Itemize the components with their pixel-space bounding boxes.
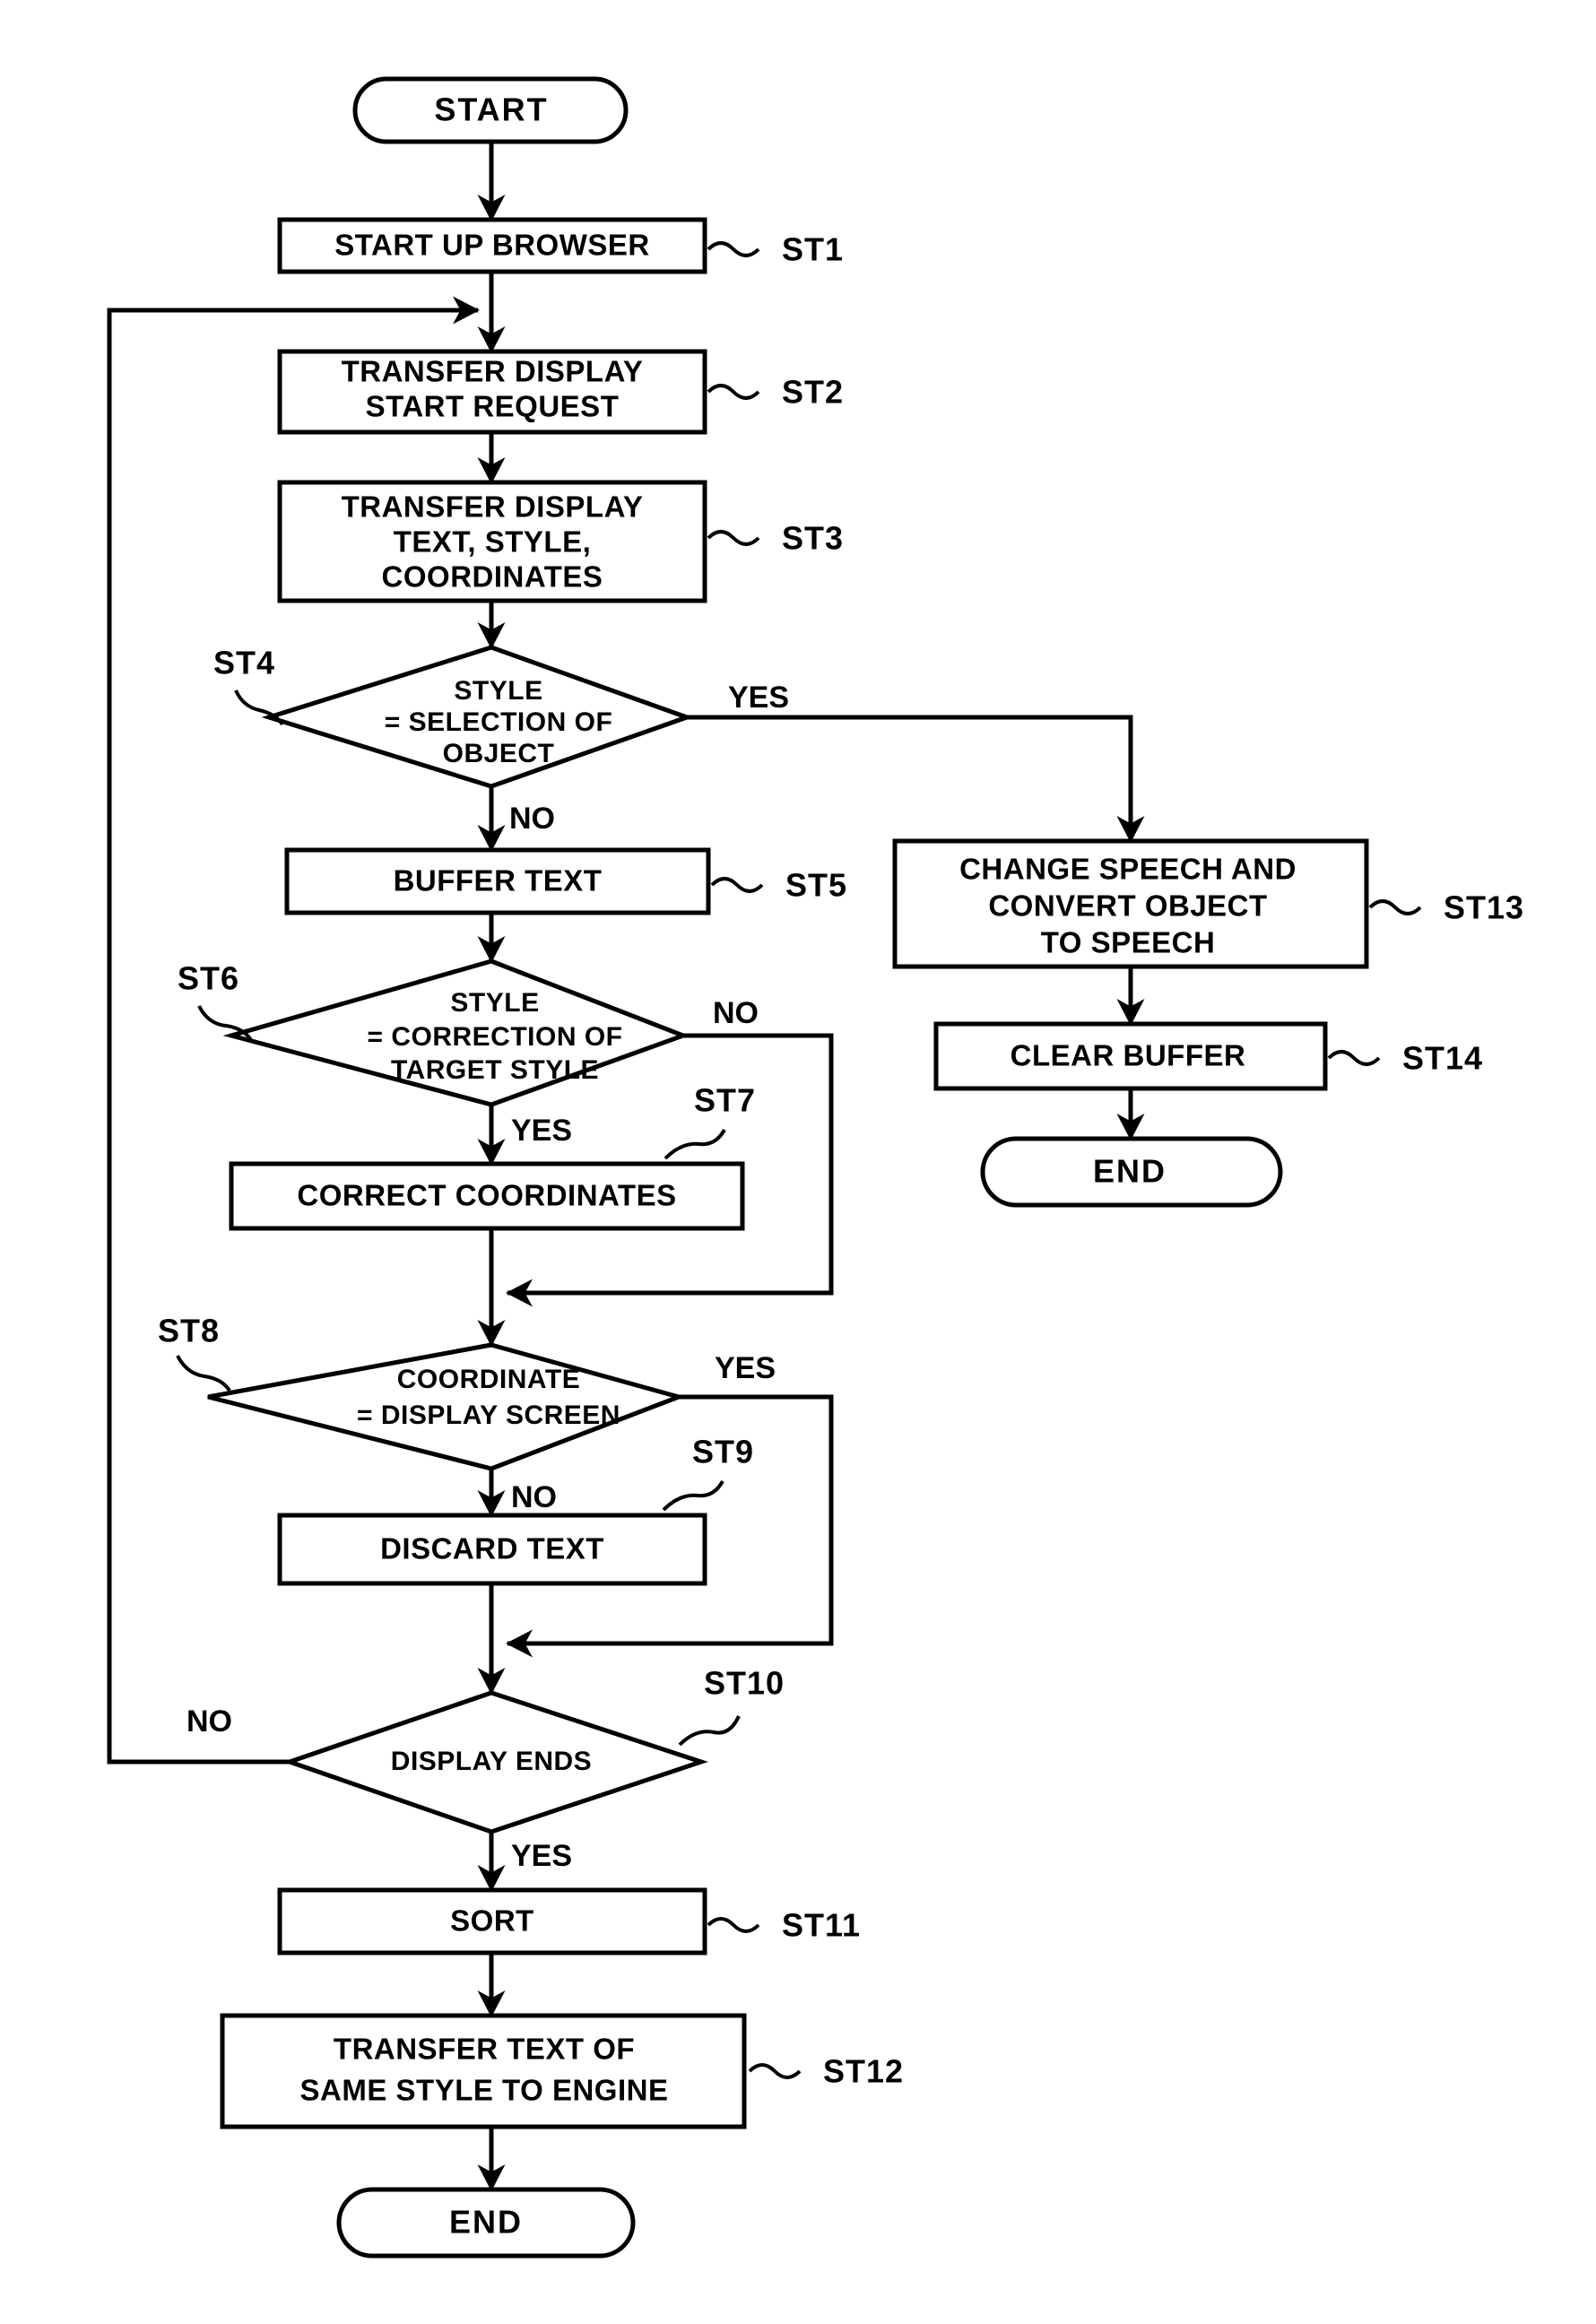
- st13-step-label: ST13: [1444, 889, 1524, 926]
- node-st8: COORDINATE = DISPLAY SCREEN ST8 YES NO: [158, 1313, 776, 1514]
- st11-leader-line: [707, 1917, 760, 1933]
- st12-leader-line: [748, 2063, 802, 2079]
- st7-label: CORRECT COORDINATES: [297, 1179, 676, 1212]
- st10-yes-branch-label: YES: [511, 1839, 572, 1873]
- st2-leader-line: [707, 384, 760, 400]
- st14-step-label: ST14: [1402, 1040, 1483, 1077]
- st7-step-label: ST7: [694, 1082, 756, 1119]
- st7-leader-line: [664, 1128, 726, 1160]
- st11-label: SORT: [450, 1904, 534, 1938]
- st12-label-line2: SAME STYLE TO ENGINE: [300, 2074, 669, 2107]
- node-st3: TRANSFER DISPLAY TEXT, STYLE, COORDINATE…: [277, 480, 844, 603]
- connector-st4-yes-to-st13: [687, 715, 1145, 844]
- node-st2: TRANSFER DISPLAY START REQUEST ST2: [277, 349, 844, 435]
- st5-leader-line: [710, 877, 764, 893]
- node-st6: STYLE = CORRECTION OF TARGET STYLE ST6 N…: [178, 958, 759, 1148]
- st8-label-line2: = DISPLAY SCREEN: [357, 1400, 620, 1430]
- st6-label-line2: = CORRECTION OF: [367, 1022, 622, 1052]
- st4-step-label: ST4: [213, 645, 275, 681]
- st5-step-label: ST5: [785, 867, 847, 904]
- st1-leader-line: [707, 241, 760, 257]
- st1-label: START UP BROWSER: [334, 229, 649, 262]
- node-st1: START UP BROWSER ST1: [277, 217, 844, 274]
- st5-label: BUFFER TEXT: [394, 864, 603, 898]
- node-st13: CHANGE SPEECH AND CONVERT OBJECT TO SPEE…: [892, 838, 1524, 969]
- node-st14: CLEAR BUFFER ST14: [933, 1021, 1483, 1091]
- st10-label-line1: DISPLAY ENDS: [391, 1747, 592, 1776]
- st4-label-line3: OBJECT: [443, 739, 555, 768]
- node-end-branch: END: [980, 1136, 1283, 1208]
- st3-step-label: ST3: [782, 520, 844, 557]
- node-start: START: [352, 76, 629, 144]
- st10-leader-line: [678, 1715, 741, 1747]
- st8-no-branch-label: NO: [511, 1480, 557, 1514]
- st2-label-line1: TRANSFER DISPLAY: [342, 355, 644, 388]
- st9-step-label: ST9: [692, 1434, 754, 1470]
- node-st4: STYLE = SELECTION OF OBJECT ST4 YES NO: [213, 645, 789, 836]
- node-st10: DISPLAY ENDS ST10 NO YES: [186, 1665, 785, 1873]
- st4-label-line1: STYLE: [454, 676, 542, 706]
- st2-step-label: ST2: [782, 374, 844, 411]
- st14-label: CLEAR BUFFER: [1011, 1039, 1246, 1072]
- st11-step-label: ST11: [782, 1907, 861, 1944]
- st8-label-line1: COORDINATE: [397, 1365, 580, 1394]
- start-terminator-label: START: [434, 91, 548, 128]
- st8-yes-branch-label: YES: [715, 1351, 776, 1385]
- st6-step-label: ST6: [178, 960, 239, 997]
- st8-leader-line: [176, 1355, 231, 1392]
- st6-label-line3: TARGET STYLE: [391, 1055, 599, 1085]
- st2-label-line2: START REQUEST: [366, 390, 620, 423]
- st6-yes-branch-label: YES: [511, 1114, 572, 1148]
- st9-label: DISCARD TEXT: [380, 1532, 604, 1565]
- end-branch-terminator-label: END: [1093, 1153, 1167, 1190]
- st1-step-label: ST1: [782, 231, 844, 268]
- st12-step-label: ST12: [823, 2053, 904, 2090]
- node-st5: BUFFER TEXT ST5: [284, 847, 847, 915]
- st4-leader-line: [234, 689, 284, 726]
- flowchart-svg: START START UP BROWSER ST1 TRANSFER DISP…: [107, 76, 1524, 2259]
- st13-label-line2: CONVERT OBJECT: [988, 889, 1267, 923]
- st3-label-line1: TRANSFER DISPLAY: [342, 490, 644, 524]
- st4-label-line2: = SELECTION OF: [385, 707, 613, 737]
- flowchart-canvas: START START UP BROWSER ST1 TRANSFER DISP…: [0, 0, 1596, 2324]
- st6-no-branch-label: NO: [713, 996, 759, 1030]
- st4-no-branch-label: NO: [509, 802, 555, 836]
- node-st12: TRANSFER TEXT OF SAME STYLE TO ENGINE ST…: [220, 2013, 904, 2129]
- st8-step-label: ST8: [158, 1313, 220, 1349]
- st4-yes-branch-label: YES: [728, 681, 789, 715]
- node-end-main: END: [336, 2187, 636, 2259]
- node-st11: SORT ST11: [277, 1887, 861, 1955]
- st9-leader-line: [662, 1479, 724, 1512]
- st10-step-label: ST10: [704, 1665, 785, 1702]
- st3-leader-line: [707, 530, 760, 546]
- st3-label-line3: COORDINATES: [382, 560, 603, 594]
- st12-label-line1: TRANSFER TEXT OF: [334, 2033, 635, 2066]
- st6-label-line1: STYLE: [450, 988, 539, 1018]
- st13-label-line3: TO SPEECH: [1041, 926, 1216, 959]
- st3-label-line2: TEXT, STYLE,: [394, 525, 592, 559]
- st13-label-line1: CHANGE SPEECH AND: [959, 853, 1297, 886]
- end-main-terminator-label: END: [449, 2204, 523, 2241]
- st10-no-branch-label: NO: [186, 1704, 232, 1739]
- st13-leader-line: [1368, 899, 1422, 915]
- st14-leader-line: [1327, 1050, 1381, 1066]
